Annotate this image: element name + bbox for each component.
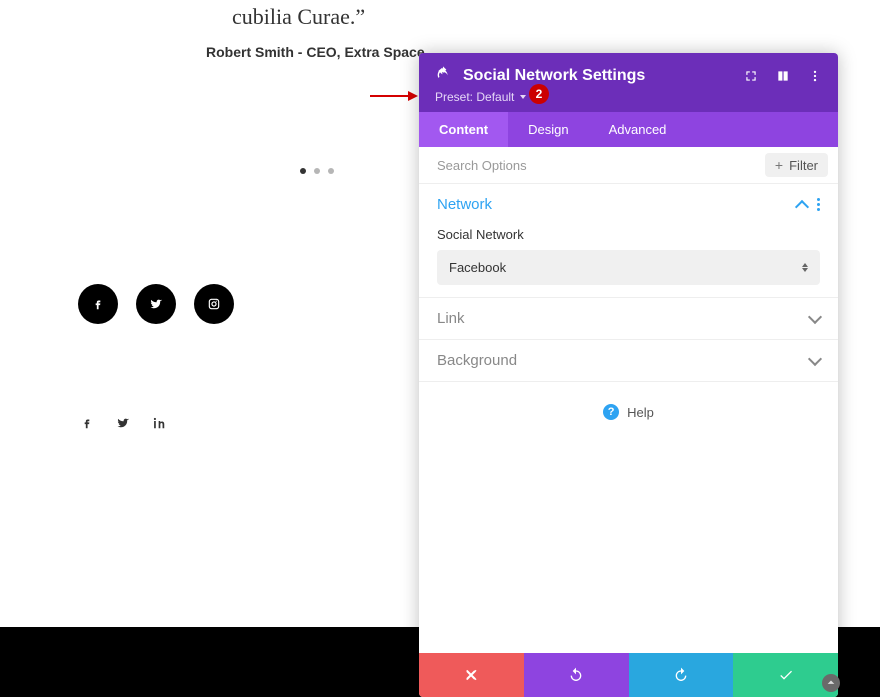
plus-icon: + <box>775 157 783 173</box>
preset-dropdown[interactable]: Preset: Default <box>435 90 822 104</box>
modal-tabs: Content Design Advanced <box>419 112 838 147</box>
help-label: Help <box>627 405 654 420</box>
instagram-round-icon[interactable] <box>194 284 234 324</box>
section-network-title: Network <box>437 196 492 213</box>
save-button[interactable] <box>733 653 838 697</box>
scroll-to-top-icon[interactable] <box>822 674 840 692</box>
modal-body: Network Social Network Facebook Link <box>419 184 838 653</box>
slider-dots[interactable] <box>300 168 334 174</box>
cancel-button[interactable] <box>419 653 524 697</box>
section-link: Link <box>419 298 838 340</box>
section-background: Background <box>419 340 838 382</box>
expand-icon[interactable] <box>744 69 758 83</box>
section-link-title: Link <box>437 310 465 327</box>
twitter-flat-icon[interactable] <box>116 416 130 435</box>
help-icon: ? <box>603 404 619 420</box>
tab-content[interactable]: Content <box>419 112 508 147</box>
columns-icon[interactable] <box>776 69 790 83</box>
quote-tail: cubilia Curae.” <box>232 4 365 30</box>
social-icons-flat <box>80 416 166 435</box>
section-background-header[interactable]: Background <box>437 352 820 369</box>
field-label-social-network: Social Network <box>437 227 820 242</box>
section-network-header[interactable]: Network <box>437 196 820 213</box>
filter-label: Filter <box>789 158 818 173</box>
filter-button[interactable]: + Filter <box>765 153 828 177</box>
chevron-down-icon <box>808 351 822 365</box>
slider-dot-3[interactable] <box>328 168 334 174</box>
preset-label: Preset: Default <box>435 90 514 104</box>
modal-title: Social Network Settings <box>463 67 645 85</box>
chevron-up-icon <box>795 199 809 213</box>
social-network-select[interactable]: Facebook <box>437 250 820 285</box>
kebab-icon[interactable] <box>808 69 822 83</box>
section-network: Network Social Network Facebook <box>419 184 838 298</box>
undo-button[interactable] <box>524 653 629 697</box>
search-bar: Search Options + Filter <box>419 147 838 184</box>
callout-badge: 2 <box>529 84 549 104</box>
search-input[interactable]: Search Options <box>437 158 527 173</box>
redo-button[interactable] <box>629 653 734 697</box>
linkedin-flat-icon[interactable] <box>152 416 166 435</box>
settings-modal: Social Network Settings Preset: Default … <box>419 53 838 697</box>
modal-footer <box>419 653 838 697</box>
section-options-icon[interactable] <box>817 198 820 211</box>
caret-down-icon <box>520 95 526 99</box>
help-link[interactable]: ? Help <box>419 382 838 442</box>
modal-header: Social Network Settings Preset: Default <box>419 53 838 112</box>
tab-design[interactable]: Design <box>508 112 588 147</box>
back-icon[interactable] <box>435 65 451 86</box>
twitter-round-icon[interactable] <box>136 284 176 324</box>
social-network-select-value: Facebook <box>449 260 506 275</box>
social-icons-round <box>78 284 234 324</box>
slider-dot-2[interactable] <box>314 168 320 174</box>
chevron-down-icon <box>808 309 822 323</box>
facebook-round-icon[interactable] <box>78 284 118 324</box>
slider-dot-1[interactable] <box>300 168 306 174</box>
select-arrows-icon <box>802 263 808 272</box>
section-link-header[interactable]: Link <box>437 310 820 327</box>
tab-advanced[interactable]: Advanced <box>589 112 687 147</box>
facebook-flat-icon[interactable] <box>80 416 94 435</box>
section-background-title: Background <box>437 352 517 369</box>
callout-arrow <box>370 92 418 100</box>
author-line: Robert Smith - CEO, Extra Space <box>206 44 425 60</box>
